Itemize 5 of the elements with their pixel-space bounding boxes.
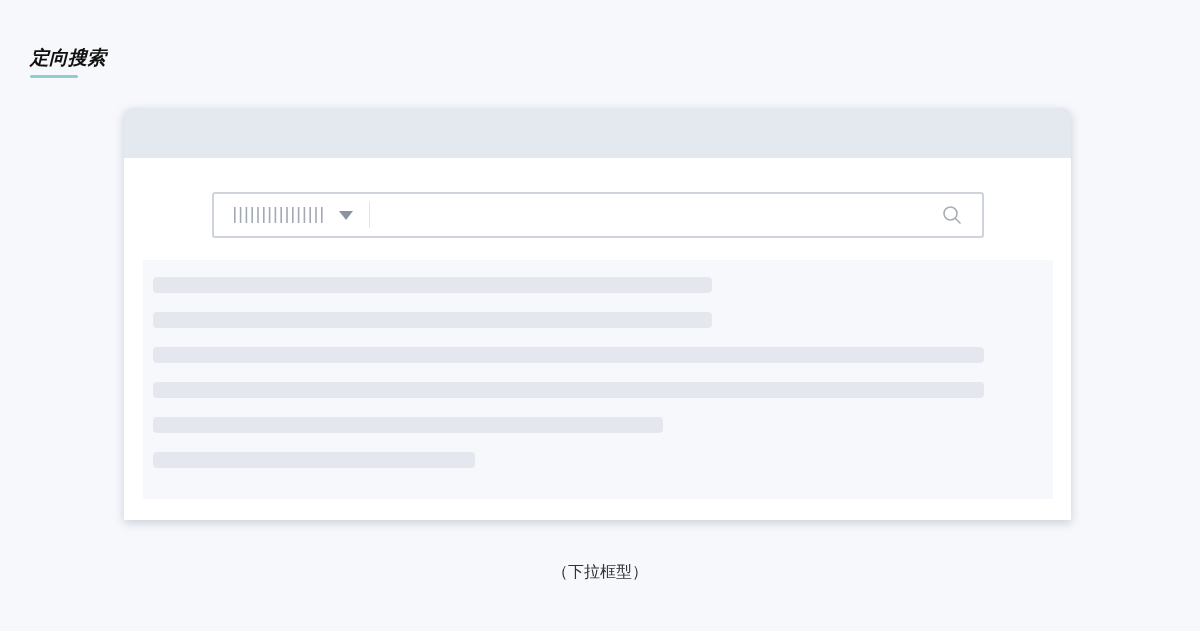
search-field[interactable] — [211, 192, 984, 238]
section-title: 定向搜索 — [30, 45, 106, 70]
search-icon[interactable] — [941, 205, 962, 225]
dropdown-arrow-icon[interactable] — [338, 210, 353, 220]
caption: （下拉框型） — [552, 561, 648, 583]
